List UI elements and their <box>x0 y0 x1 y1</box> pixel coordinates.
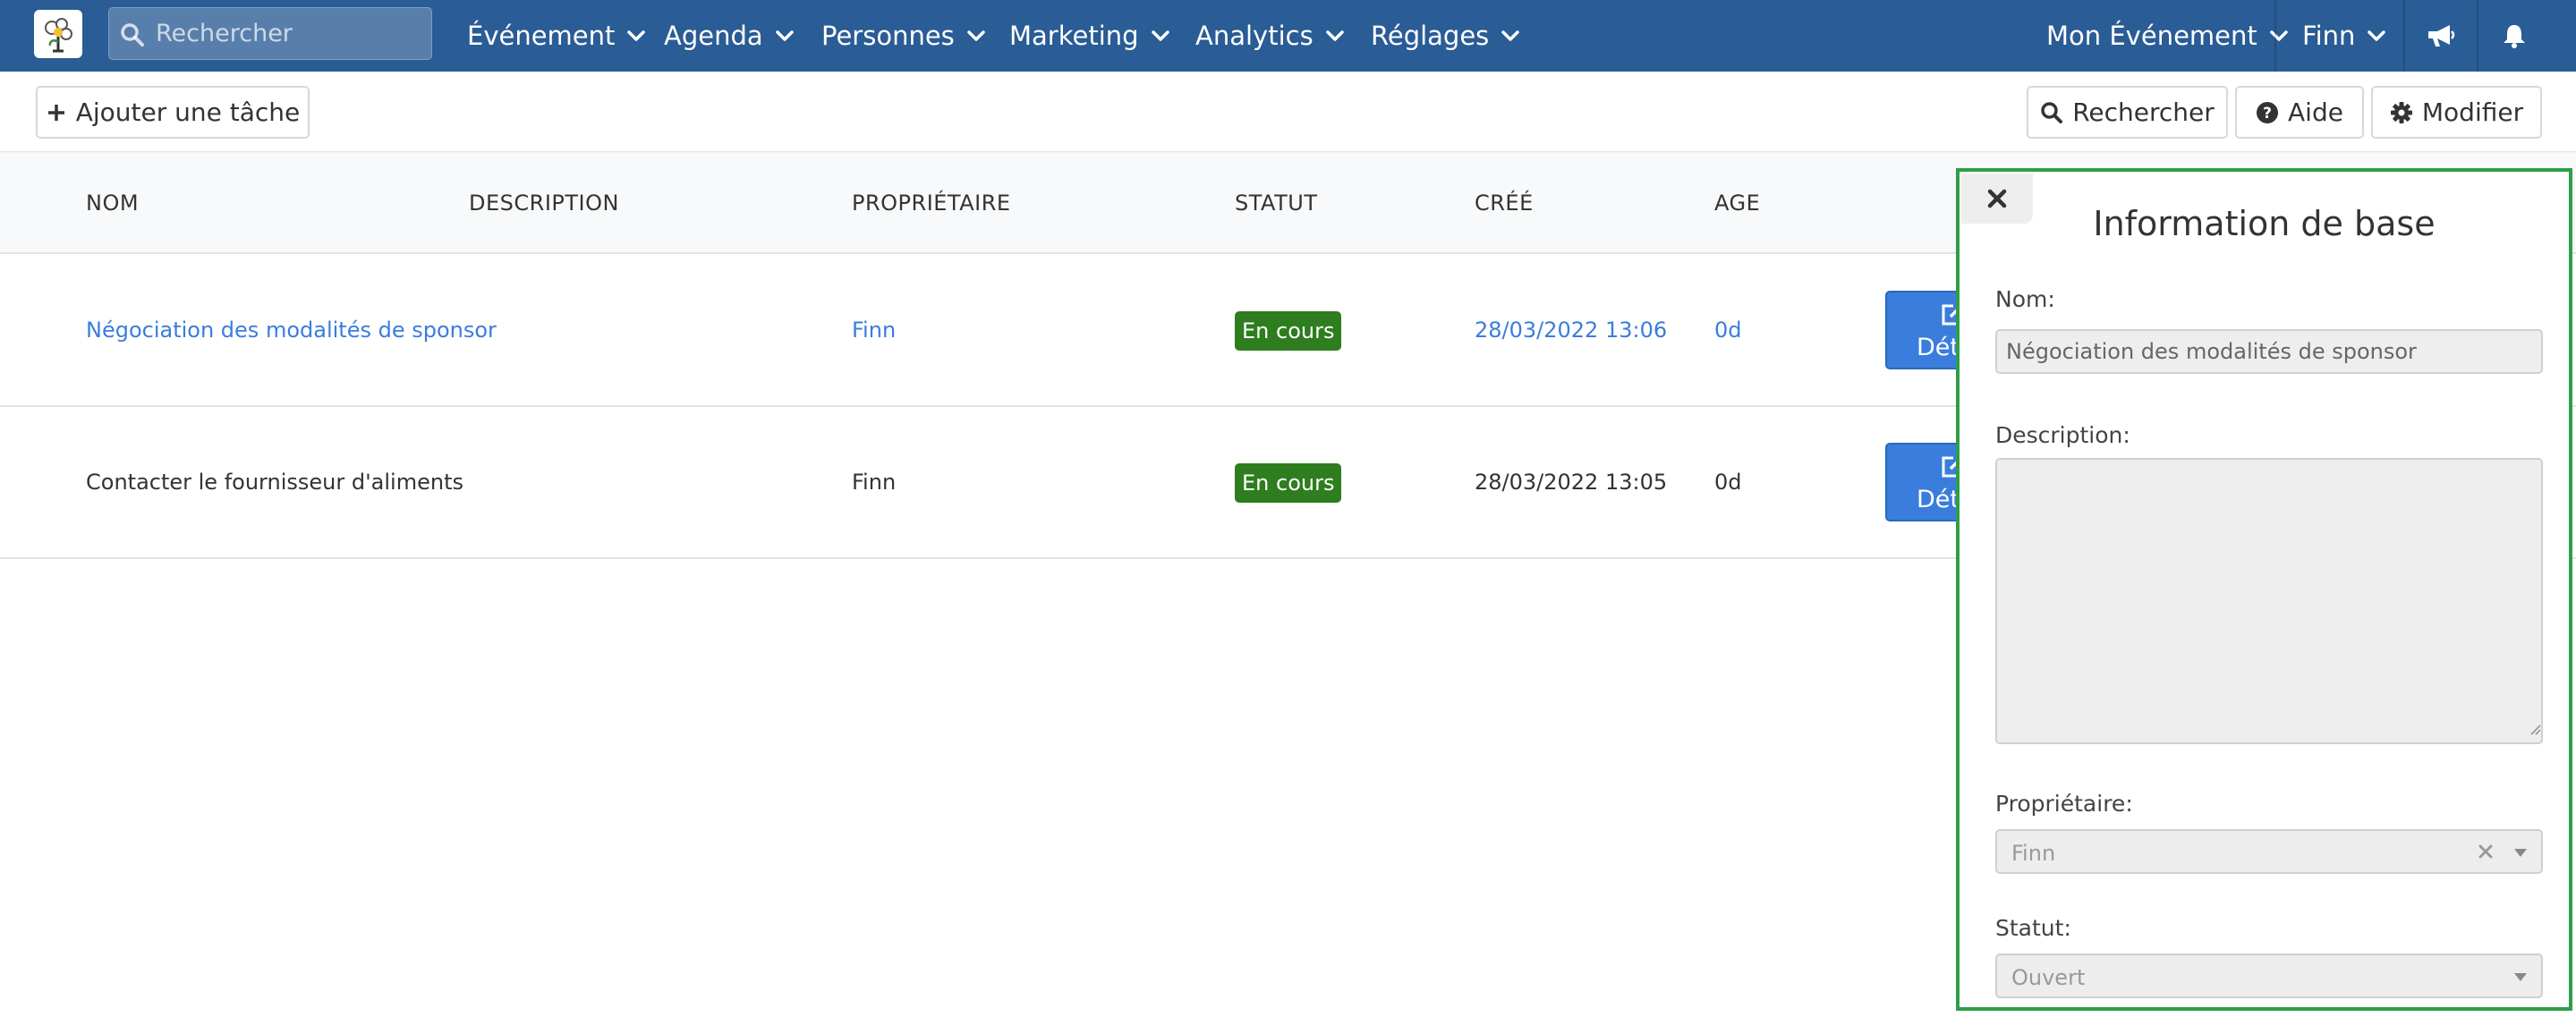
name-field[interactable] <box>1995 329 2543 374</box>
task-detail-panel: Information de base Nom: Description: Pr… <box>1956 168 2572 1011</box>
search-icon <box>2041 101 2063 123</box>
event-selector-label: Mon Événement <box>2046 21 2257 51</box>
gear-icon <box>2390 101 2412 123</box>
nav-menu-reglages[interactable]: Réglages <box>1371 0 1521 72</box>
megaphone-icon <box>2428 25 2455 47</box>
app-logo[interactable] <box>34 10 82 58</box>
announcements-button[interactable] <box>2405 0 2477 72</box>
chevron-down-icon <box>2368 30 2386 41</box>
plus-icon <box>47 104 64 121</box>
status-badge: En cours <box>1235 463 1342 503</box>
task-created: 28/03/2022 13:06 <box>1475 318 1668 343</box>
task-age: 0d <box>1714 470 1742 495</box>
edit-button-label: Modifier <box>2421 97 2524 127</box>
search-button[interactable]: Rechercher <box>2027 86 2228 139</box>
nav-menu-label: Événement <box>467 21 616 51</box>
name-label: Nom: <box>1995 286 2055 312</box>
chevron-down-icon <box>775 30 794 41</box>
nav-menu-marketing[interactable]: Marketing <box>1009 0 1171 72</box>
user-name: Finn <box>2302 21 2356 51</box>
resize-handle-icon[interactable] <box>2529 723 2541 735</box>
search-button-label: Rechercher <box>2072 97 2215 127</box>
chevron-down-icon <box>1325 30 1344 41</box>
nav-menu-label: Personnes <box>821 21 955 51</box>
task-owner[interactable]: Finn <box>852 318 896 343</box>
task-name[interactable]: Contacter le fournisseur d'aliments <box>86 470 463 495</box>
add-task-button[interactable]: Ajouter une tâche <box>36 86 310 139</box>
column-header-owner[interactable]: PROPRIÉTAIRE <box>852 191 1011 216</box>
status-select-value: Ouvert <box>2011 965 2086 990</box>
svg-text:?: ? <box>2263 105 2272 123</box>
bell-icon <box>2504 25 2525 48</box>
owner-select[interactable]: Finn <box>1995 829 2543 874</box>
column-header-status[interactable]: STATUT <box>1235 191 1317 216</box>
task-owner[interactable]: Finn <box>852 470 896 495</box>
column-header-name[interactable]: NOM <box>86 191 139 216</box>
clear-icon[interactable] <box>2476 842 2495 861</box>
chevron-down-icon <box>967 30 985 41</box>
dropdown-caret-icon <box>2514 849 2527 857</box>
column-header-age[interactable]: AGE <box>1714 191 1760 216</box>
notifications-button[interactable] <box>2478 0 2550 72</box>
panel-title: Information de base <box>2093 204 2436 243</box>
nav-menu-agenda[interactable]: Agenda <box>664 0 795 72</box>
status-badge: En cours <box>1235 311 1342 351</box>
nav-divider <box>2274 0 2276 72</box>
edit-button[interactable]: Modifier <box>2371 86 2542 139</box>
chevron-down-icon <box>1501 30 1520 41</box>
top-navbar: Événement Agenda Personnes Marketing Ana… <box>0 0 2576 72</box>
description-label: Description: <box>1995 422 2130 448</box>
chevron-down-icon <box>627 30 646 41</box>
description-field[interactable] <box>1995 458 2543 744</box>
user-menu[interactable]: Finn <box>2302 0 2387 72</box>
nav-search <box>108 7 432 60</box>
chevron-down-icon <box>2270 30 2288 41</box>
task-age: 0d <box>1714 318 1742 343</box>
task-created: 28/03/2022 13:05 <box>1475 470 1668 495</box>
status-select[interactable]: Ouvert <box>1995 953 2543 998</box>
chevron-down-icon <box>1151 30 1169 41</box>
nav-menu-analytics[interactable]: Analytics <box>1195 0 1346 72</box>
nav-menu-label: Agenda <box>664 21 763 51</box>
event-selector[interactable]: Mon Événement <box>2046 0 2290 72</box>
nav-menu-label: Réglages <box>1371 21 1490 51</box>
owner-label: Propriétaire: <box>1995 791 2133 817</box>
help-button-label: Aide <box>2288 97 2343 127</box>
add-task-label: Ajouter une tâche <box>75 97 301 127</box>
logo-icon <box>45 18 72 53</box>
search-input[interactable] <box>156 8 424 59</box>
status-label: Statut: <box>1995 915 2071 941</box>
toolbar: Ajouter une tâche Rechercher ? Aide Modi… <box>0 72 2576 152</box>
nav-menu-evenement[interactable]: Événement <box>467 0 647 72</box>
task-name[interactable]: Négociation des modalités de sponsor <box>86 318 497 343</box>
column-header-created[interactable]: CRÉÉ <box>1475 191 1534 216</box>
help-button[interactable]: ? Aide <box>2235 86 2364 139</box>
dropdown-caret-icon <box>2514 973 2527 981</box>
owner-select-value: Finn <box>2011 841 2056 866</box>
column-header-description[interactable]: DESCRIPTION <box>469 191 619 216</box>
nav-menu-label: Marketing <box>1009 21 1139 51</box>
question-circle-icon: ? <box>2257 101 2279 123</box>
nav-menu-personnes[interactable]: Personnes <box>821 0 987 72</box>
nav-menu-label: Analytics <box>1195 21 1314 51</box>
search-icon <box>121 23 144 47</box>
